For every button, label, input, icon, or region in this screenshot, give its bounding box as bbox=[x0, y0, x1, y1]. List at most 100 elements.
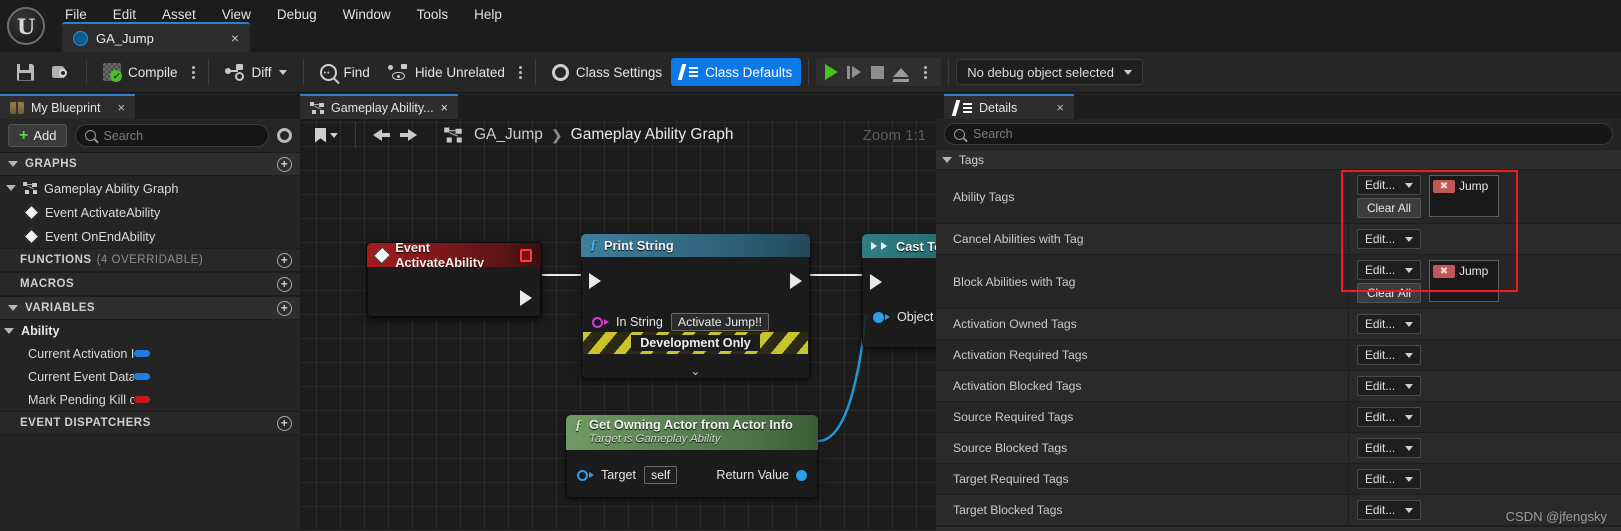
section-macros[interactable]: MACROS + bbox=[0, 272, 300, 296]
target-input-pin-icon[interactable] bbox=[577, 469, 588, 481]
my-blueprint-search-input[interactable]: Search bbox=[75, 124, 269, 147]
diff-button[interactable]: Diff bbox=[216, 58, 296, 86]
hide-unrelated-button[interactable]: Hide Unrelated bbox=[379, 58, 514, 86]
table-row[interactable]: Source Blocked Tags Edit... bbox=[936, 433, 1621, 464]
add-event-dispatcher-icon[interactable]: + bbox=[277, 415, 292, 431]
exec-input-pin[interactable] bbox=[589, 273, 601, 289]
add-macro-icon[interactable]: + bbox=[277, 276, 292, 292]
edit-button[interactable]: Edit... bbox=[1357, 314, 1421, 334]
table-row[interactable]: Target Required Tags Edit... bbox=[936, 464, 1621, 495]
table-row[interactable]: Activation Blocked Tags Edit... bbox=[936, 371, 1621, 402]
tab-my-blueprint[interactable]: My Blueprint × bbox=[0, 94, 136, 119]
play-icon[interactable] bbox=[825, 64, 839, 80]
bookmark-button[interactable] bbox=[308, 122, 345, 148]
remove-tag-icon[interactable]: ✖ bbox=[1433, 179, 1455, 193]
tag-list-box[interactable]: ✖ Jump bbox=[1429, 260, 1499, 302]
save-button[interactable] bbox=[8, 58, 43, 86]
node-event-activateability[interactable]: Event ActivateAbility bbox=[366, 240, 542, 318]
exec-input-pin[interactable] bbox=[870, 274, 882, 290]
add-variable-icon[interactable]: + bbox=[277, 300, 292, 316]
variable-row[interactable]: Current Activation Info bbox=[0, 342, 300, 365]
stop-icon[interactable] bbox=[871, 65, 885, 79]
event-breakpoint-icon[interactable] bbox=[519, 248, 532, 262]
edit-button[interactable]: Edit... bbox=[1357, 500, 1421, 520]
close-icon[interactable]: × bbox=[117, 100, 125, 115]
in-string-input[interactable]: Activate Jump!! bbox=[670, 313, 769, 331]
play-options-kebab-icon[interactable] bbox=[918, 65, 932, 79]
edit-button[interactable]: Edit... bbox=[1357, 175, 1421, 195]
close-icon[interactable]: × bbox=[441, 101, 448, 115]
tag-chip[interactable]: ✖ Jump bbox=[1433, 179, 1495, 193]
breadcrumb-root[interactable]: GA_Jump bbox=[474, 126, 543, 144]
tag-chip[interactable]: ✖ Jump bbox=[1433, 264, 1495, 278]
edit-button[interactable]: Edit... bbox=[1357, 469, 1421, 489]
tab-gameplay-ability-graph[interactable]: Gameplay Ability... × bbox=[300, 94, 458, 119]
clear-all-button[interactable]: Clear All bbox=[1357, 198, 1421, 218]
return-value-output-pin-icon[interactable] bbox=[796, 469, 807, 481]
node-get-owning-actor-from-actor-info[interactable]: ƒ Get Owning Actor from Actor Info Targe… bbox=[566, 415, 818, 498]
exec-output-pin[interactable] bbox=[520, 290, 532, 306]
gear-icon[interactable] bbox=[277, 128, 292, 143]
menu-help[interactable]: Help bbox=[461, 3, 515, 26]
variable-category-ability[interactable]: Ability bbox=[0, 320, 300, 342]
table-row[interactable]: Activation Required Tags Edit... bbox=[936, 340, 1621, 371]
step-icon[interactable] bbox=[847, 65, 862, 80]
details-search-input[interactable]: Search bbox=[944, 123, 1613, 145]
tag-list-box[interactable]: ✖ Jump bbox=[1429, 175, 1499, 217]
breadcrumb-current[interactable]: Gameplay Ability Graph bbox=[571, 126, 734, 144]
graph-canvas[interactable]: Event ActivateAbility ƒ Print String In … bbox=[300, 119, 936, 531]
table-row[interactable]: Block Abilities with Tag Edit... Clear A… bbox=[936, 255, 1621, 309]
section-variables[interactable]: VARIABLES + bbox=[0, 296, 300, 320]
details-section-tags[interactable]: Tags bbox=[936, 149, 1621, 170]
edit-button[interactable]: Edit... bbox=[1357, 407, 1421, 427]
menu-tools[interactable]: Tools bbox=[404, 3, 462, 26]
edit-button[interactable]: Edit... bbox=[1357, 260, 1421, 280]
string-input-pin-icon[interactable] bbox=[592, 316, 603, 328]
close-icon[interactable]: × bbox=[215, 31, 239, 45]
remove-tag-icon[interactable]: ✖ bbox=[1433, 264, 1455, 278]
table-row[interactable]: Cancel Abilities with Tag Edit... bbox=[936, 224, 1621, 255]
edit-button[interactable]: Edit... bbox=[1357, 376, 1421, 396]
tree-item-gameplay-ability-graph[interactable]: Gameplay Ability Graph bbox=[0, 176, 300, 200]
eject-icon[interactable] bbox=[893, 67, 910, 82]
section-functions[interactable]: FUNCTIONS (4 OVERRIDABLE) + bbox=[0, 248, 300, 272]
menu-window[interactable]: Window bbox=[330, 3, 404, 26]
forward-button[interactable] bbox=[400, 122, 424, 148]
find-button[interactable]: •• Find bbox=[311, 58, 379, 86]
back-button[interactable] bbox=[366, 122, 390, 148]
target-value[interactable]: self bbox=[644, 466, 678, 484]
edit-button[interactable]: Edit... bbox=[1357, 345, 1421, 365]
details-section-input[interactable]: Input bbox=[936, 526, 1621, 531]
tab-details[interactable]: Details × bbox=[944, 94, 1074, 119]
variable-row[interactable]: Mark Pending Kill on Ability I bbox=[0, 388, 300, 411]
view-options-kebab-icon[interactable] bbox=[514, 65, 528, 79]
menu-debug[interactable]: Debug bbox=[264, 3, 330, 26]
object-input-pin-icon[interactable] bbox=[873, 311, 884, 323]
debug-object-select[interactable]: No debug object selected bbox=[956, 59, 1143, 85]
table-row[interactable]: Activation Owned Tags Edit... bbox=[936, 309, 1621, 340]
section-graphs[interactable]: GRAPHS + bbox=[0, 152, 300, 176]
edit-button[interactable]: Edit... bbox=[1357, 229, 1421, 249]
clear-all-button[interactable]: Clear All bbox=[1357, 283, 1421, 303]
class-defaults-button[interactable]: Class Defaults bbox=[671, 58, 802, 86]
add-function-icon[interactable]: + bbox=[277, 252, 292, 268]
variable-row[interactable]: Current Event Data bbox=[0, 365, 300, 388]
asset-tab-ga-jump[interactable]: GA_Jump × bbox=[62, 22, 250, 52]
section-event-dispatchers[interactable]: EVENT DISPATCHERS + bbox=[0, 411, 300, 435]
class-settings-button[interactable]: Class Settings bbox=[543, 58, 671, 86]
close-icon[interactable]: × bbox=[1056, 100, 1064, 115]
node-print-string[interactable]: ƒ Print String In String Activate Jump!!… bbox=[581, 234, 810, 379]
tree-item-event-activateability[interactable]: Event ActivateAbility bbox=[0, 200, 300, 224]
chevron-down-icon[interactable]: ⌄ bbox=[582, 365, 809, 377]
compile-options-kebab-icon[interactable] bbox=[187, 65, 201, 79]
tree-item-event-onendability[interactable]: Event OnEndAbility bbox=[0, 224, 300, 248]
compile-button[interactable]: ✓ Compile bbox=[94, 58, 187, 86]
exec-output-pin[interactable] bbox=[790, 273, 802, 289]
node-cast-to[interactable]: Cast To Object bbox=[862, 234, 936, 348]
add-graph-icon[interactable]: + bbox=[277, 156, 292, 172]
add-button[interactable]: + Add bbox=[8, 124, 68, 147]
table-row[interactable]: Source Required Tags Edit... bbox=[936, 402, 1621, 433]
unreal-logo[interactable]: U bbox=[0, 0, 52, 52]
table-row[interactable]: Ability Tags Edit... Clear All ✖ Jump bbox=[936, 170, 1621, 224]
edit-button[interactable]: Edit... bbox=[1357, 438, 1421, 458]
